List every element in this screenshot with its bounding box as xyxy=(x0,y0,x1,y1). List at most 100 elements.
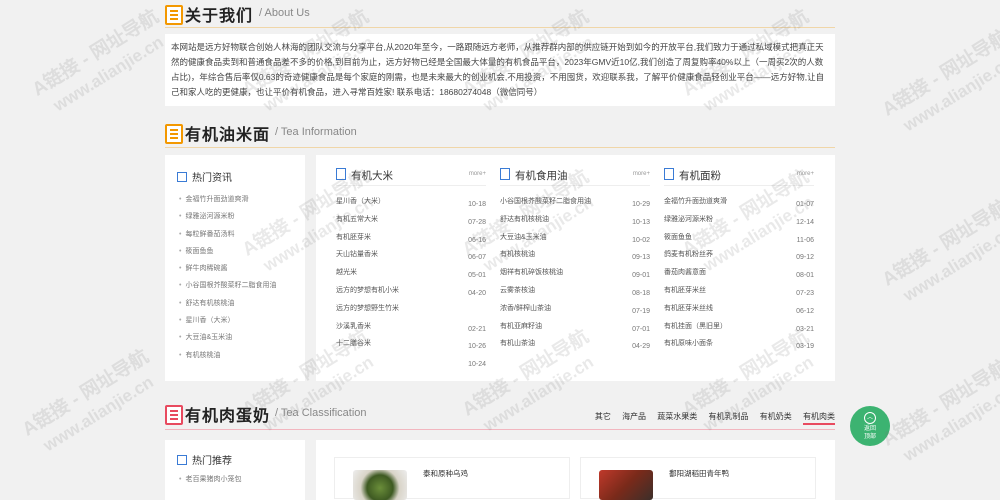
list-item[interactable]: 有机亚麻籽油 07-01 xyxy=(500,319,650,337)
item-title: 有机挂面（黑旧里） xyxy=(664,322,727,330)
list-item[interactable]: 星川香（大米） 10-18 xyxy=(336,194,486,212)
about-subtitle: / About Us xyxy=(259,7,310,19)
document-icon xyxy=(500,168,510,180)
list-item[interactable]: 有机胚芽米丝 07-23 xyxy=(664,283,814,301)
item-title: 金福竹升面劲道爽滑 xyxy=(664,198,727,205)
tab-other[interactable]: 其它 xyxy=(595,412,611,421)
item-title: 有机山茶油 xyxy=(500,340,535,348)
item-title: 有机亚麻籽油 xyxy=(500,322,542,330)
watermark: A链接 - 网址导航www.alianjie.cn xyxy=(878,196,1000,306)
tab-vegetables-fruits[interactable]: 蔬菜水果类 xyxy=(657,412,697,421)
product-thumbnail xyxy=(353,470,407,500)
list-item[interactable]: 每粒鲜番茄汤料 xyxy=(179,226,276,243)
list-item[interactable]: 有机胚芽米 06-16 xyxy=(336,230,486,248)
item-date: 04-29 xyxy=(632,343,650,351)
list-item[interactable]: 十二膳谷米 10-26 xyxy=(336,336,486,354)
meat-tabs: 其它 海产品 蔬菜水果类 有机乳制品 有机奶类 有机肉类 xyxy=(586,411,835,425)
item-title: 越光米 xyxy=(336,269,357,277)
about-text: 本网站是远方好物联合创始人林海的团队交流与分享平台,从2020年至今，一路跟随远… xyxy=(165,34,835,106)
list-item[interactable]: 远方的梦想野生竹米 xyxy=(336,301,486,319)
list-item[interactable]: 有机五常大米 07-28 xyxy=(336,212,486,230)
list-item[interactable]: 鲜牛肉稀碗酱 xyxy=(179,260,276,277)
list-item[interactable]: 云雾茶核油 08-18 xyxy=(500,283,650,301)
item-title: 有机胚芽米 xyxy=(336,233,371,241)
more-link[interactable]: more+ xyxy=(633,171,650,177)
tab-organic-milk[interactable]: 有机奶类 xyxy=(760,412,792,421)
tab-organic-meat[interactable]: 有机肉类 xyxy=(803,412,835,425)
item-title: 小谷国根芥酸菜籽二脂食用油 xyxy=(500,198,591,205)
checkbox-icon xyxy=(177,172,187,182)
item-title: 鸽麦有机粉丝荞 xyxy=(664,251,713,259)
product-thumbnail xyxy=(599,470,653,500)
list-item[interactable]: 小谷国根芥酸菜籽二脂食用油 xyxy=(179,277,276,294)
hot-news-title: 热门资讯 xyxy=(192,173,232,184)
more-link[interactable]: more+ xyxy=(469,171,486,177)
list-item[interactable]: 沙溪乳香米 02-21 xyxy=(336,319,486,337)
item-title: 番茄肉酱意面 xyxy=(664,269,706,277)
list-item[interactable]: 番茄肉酱意面 08-01 xyxy=(664,265,814,283)
item-date: 03-19 xyxy=(796,343,814,351)
checkbox-icon xyxy=(177,455,187,465)
list-item[interactable]: 有机核桃油 09-13 xyxy=(500,247,650,265)
more-link[interactable]: more+ xyxy=(797,171,814,177)
column-organic-oil: 有机食用油 more+ 小谷国根芥酸菜籽二脂食用油 10-29 舒达有机核桃油 10… xyxy=(500,168,650,350)
arrow-up-icon: ︿ xyxy=(864,412,876,424)
oil-section-subtitle: / Tea Information xyxy=(275,126,357,138)
list-item[interactable]: 远方的梦想有机小米 04-20 xyxy=(336,283,486,301)
list-item[interactable]: 大豆油&玉米油 xyxy=(179,329,276,346)
list-item[interactable]: 金福竹升面劲道爽滑 01-07 xyxy=(664,194,814,212)
list-item[interactable]: 舒达有机核桃油 10-13 xyxy=(500,212,650,230)
tab-organic-dairy[interactable]: 有机乳制品 xyxy=(709,412,749,421)
list-item[interactable]: 有机核桃油 xyxy=(179,347,276,364)
list-item[interactable]: 大豆油&玉米油 10-02 xyxy=(500,230,650,248)
hot-news-list: 金福竹升面劲道爽滑 绿雅泌河源米粉 每粒鲜番茄汤料 筱面鱼鱼 鲜牛肉稀碗酱 小谷… xyxy=(179,191,276,364)
oil-section-title: 有机油米面 xyxy=(185,127,271,144)
list-item[interactable]: 烟祥有机碎饭核桃油 09-01 xyxy=(500,265,650,283)
watermark: A链接 - 网址导航www.alianjie.cn xyxy=(28,6,167,116)
hot-recommend-panel: 热门推荐 老百果猪肉小笼包 xyxy=(165,440,305,500)
list-item[interactable]: 有机胚芽米丝线 06-12 xyxy=(664,301,814,319)
list-item[interactable]: 绿雅泌河源米粉 12-14 xyxy=(664,212,814,230)
product-card[interactable]: 泰和原种乌鸡 xyxy=(334,457,570,500)
item-title: 天山钻量香米 xyxy=(336,251,378,259)
list-item[interactable]: 金福竹升面劲道爽滑 xyxy=(179,191,276,208)
item-title: 烟祥有机碎饭核桃油 xyxy=(500,269,563,277)
item-title: 舒达有机核桃油 xyxy=(500,215,549,223)
item-title: 远方的梦想有机小米 xyxy=(336,286,399,294)
list-item[interactable]: 筱面鱼鱼 xyxy=(179,243,276,260)
hot-news-panel: 热门资讯 金福竹升面劲道爽滑 绿雅泌河源米粉 每粒鲜番茄汤料 筱面鱼鱼 鲜牛肉稀… xyxy=(165,155,305,381)
list-item[interactable]: 星川香（大米） xyxy=(179,312,276,329)
document-icon xyxy=(664,168,674,180)
product-card-panel: 泰和原种乌鸡 鄱阳湖稻田青年鸭 xyxy=(316,440,835,500)
list-item[interactable]: 筱面鱼鱼 11-06 xyxy=(664,230,814,248)
list-item[interactable]: 10-24 xyxy=(336,354,486,372)
item-title: 远方的梦想野生竹米 xyxy=(336,304,399,312)
hot-news-header: 热门资讯 xyxy=(177,169,232,184)
product-card[interactable]: 鄱阳湖稻田青年鸭 xyxy=(580,457,816,500)
divider xyxy=(336,185,486,186)
category-panel: 有机大米 more+ 星川香（大米） 10-18 有机五常大米 07-28 有机胚芽… xyxy=(316,155,835,381)
item-title: 有机核桃油 xyxy=(500,251,535,259)
list-item[interactable]: 浓香/鲜榨山茶油 07-19 xyxy=(500,301,650,319)
list-item[interactable]: 天山钻量香米 06-07 xyxy=(336,247,486,265)
watermark: A链接 - 网址导航www.alianjie.cn xyxy=(18,346,157,456)
list-item[interactable]: 舒达有机核桃油 xyxy=(179,295,276,312)
list-item[interactable]: 有机山茶油 04-29 xyxy=(500,336,650,354)
column-header: 有机面粉 xyxy=(664,168,814,182)
item-title: 有机胚芽米丝 xyxy=(664,286,706,294)
list-item[interactable]: 绿雅泌河源米粉 xyxy=(179,208,276,225)
hot-recommend-header: 热门推荐 xyxy=(177,452,232,467)
list-item[interactable]: 越光米 05-01 xyxy=(336,265,486,283)
oil-section-divider xyxy=(165,147,835,148)
list-item[interactable]: 有机原味小面条 03-19 xyxy=(664,336,814,354)
list-item[interactable]: 小谷国根芥酸菜籽二脂食用油 10-29 xyxy=(500,194,650,212)
divider xyxy=(664,185,814,186)
list-item[interactable]: 有机挂面（黑旧里） 03-21 xyxy=(664,319,814,337)
back-to-top-button[interactable]: ︿ 返回 顶部 xyxy=(850,406,890,446)
tab-seafood[interactable]: 海产品 xyxy=(622,412,646,421)
list-item[interactable]: 鸽麦有机粉丝荞 09-12 xyxy=(664,247,814,265)
item-title: 大豆油&玉米油 xyxy=(500,233,547,241)
article-list: 星川香（大米） 10-18 有机五常大米 07-28 有机胚芽米 06-16 天山钻量… xyxy=(336,194,486,372)
meat-section-title: 有机肉蛋奶 xyxy=(185,408,271,425)
list-item[interactable]: 老百果猪肉小笼包 xyxy=(179,474,241,484)
